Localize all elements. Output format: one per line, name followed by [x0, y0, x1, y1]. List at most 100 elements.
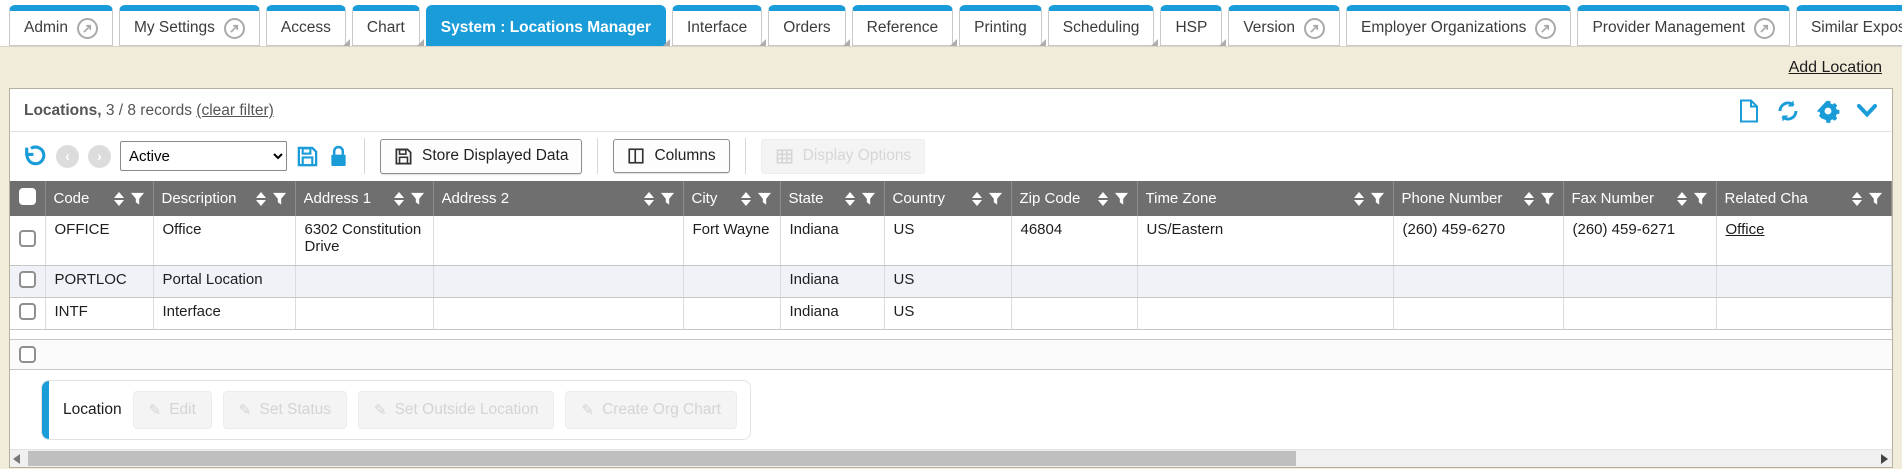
status-filter-select[interactable]: Active	[120, 141, 287, 171]
column-header-related-cha[interactable]: Related Cha	[1716, 181, 1892, 216]
columns-label: Columns	[654, 147, 715, 165]
sort-icon[interactable]	[845, 192, 855, 206]
clear-filter-link[interactable]: (clear filter)	[196, 102, 274, 119]
cell: Interface	[153, 297, 295, 329]
column-label: Phone Number	[1402, 190, 1518, 207]
sort-icon[interactable]	[1852, 192, 1862, 206]
sort-icon[interactable]	[256, 192, 266, 206]
lock-icon[interactable]	[328, 145, 349, 168]
cell: PORTLOC	[45, 265, 153, 297]
toolbar-divider	[364, 138, 365, 174]
column-header-phone-number[interactable]: Phone Number	[1393, 181, 1563, 216]
button-label: Set Outside Location	[395, 401, 539, 419]
tab-provider-management[interactable]: Provider Management	[1577, 5, 1790, 46]
tab-similar-exposure-groups-segs-[interactable]: Similar Exposure Groups (SEGs)	[1796, 5, 1902, 46]
row-checkbox[interactable]	[19, 303, 36, 320]
filter-funnel-icon[interactable]	[1868, 192, 1883, 206]
filter-funnel-icon[interactable]	[1370, 192, 1385, 206]
filter-funnel-icon[interactable]	[1693, 192, 1708, 206]
filter-funnel-icon[interactable]	[861, 192, 876, 206]
tab-admin[interactable]: Admin	[9, 5, 113, 46]
related-chart-link[interactable]: Office	[1726, 221, 1765, 238]
tab-system-locations-manager[interactable]: System : Locations Manager	[426, 5, 666, 46]
row-checkbox[interactable]	[19, 271, 36, 288]
toolbar-divider	[597, 138, 598, 174]
chevron-down-icon[interactable]	[1856, 103, 1878, 119]
tab-my-settings[interactable]: My Settings	[119, 5, 260, 46]
new-document-icon[interactable]	[1738, 99, 1760, 123]
refresh-icon[interactable]	[1776, 99, 1800, 123]
scroll-right-arrow-icon[interactable]	[1881, 454, 1888, 464]
select-all-checkbox[interactable]	[19, 346, 36, 363]
sort-icon[interactable]	[972, 192, 982, 206]
select-all-row	[10, 339, 1892, 370]
sort-icon[interactable]	[1677, 192, 1687, 206]
tab-corner-fold-icon	[950, 39, 957, 46]
sort-icon[interactable]	[114, 192, 124, 206]
cell	[433, 297, 683, 329]
scrollbar-thumb[interactable]	[28, 451, 1296, 466]
column-header-time-zone[interactable]: Time Zone	[1137, 181, 1393, 216]
tab-corner-fold-icon	[663, 39, 670, 46]
tab-interface[interactable]: Interface	[672, 5, 762, 46]
filter-funnel-icon[interactable]	[660, 192, 675, 206]
sort-icon[interactable]	[394, 192, 404, 206]
tab-chart[interactable]: Chart	[352, 5, 420, 46]
column-header-fax-number[interactable]: Fax Number	[1563, 181, 1716, 216]
filter-funnel-icon[interactable]	[1114, 192, 1129, 206]
column-header-address-2[interactable]: Address 2	[433, 181, 683, 216]
row-checkbox[interactable]	[19, 230, 36, 247]
edit-button: ✎Edit	[133, 391, 212, 429]
column-header-state[interactable]: State	[780, 181, 884, 216]
column-label: Code	[54, 190, 108, 207]
columns-button[interactable]: Columns	[613, 139, 729, 173]
save-icon	[394, 147, 413, 166]
cell: Office	[153, 216, 295, 265]
store-displayed-data-button[interactable]: Store Displayed Data	[380, 139, 582, 174]
filter-funnel-icon[interactable]	[757, 192, 772, 206]
filter-funnel-icon[interactable]	[1540, 192, 1555, 206]
gear-icon[interactable]	[1816, 99, 1840, 123]
cell: INTF	[45, 297, 153, 329]
header-checkbox[interactable]	[19, 188, 36, 205]
horizontal-scrollbar[interactable]	[10, 449, 1892, 467]
sort-icon[interactable]	[644, 192, 654, 206]
column-header-code[interactable]: Code	[45, 181, 153, 216]
next-page-button[interactable]: ›	[88, 145, 111, 168]
tab-reference[interactable]: Reference	[852, 5, 954, 46]
sort-icon[interactable]	[1354, 192, 1364, 206]
tab-printing[interactable]: Printing	[959, 5, 1042, 46]
tab-access[interactable]: Access	[266, 5, 346, 46]
sort-icon[interactable]	[1098, 192, 1108, 206]
save-view-icon[interactable]	[296, 145, 319, 168]
tab-orders[interactable]: Orders	[768, 5, 845, 46]
pencil-icon: ✎	[239, 401, 252, 419]
scroll-left-arrow-icon[interactable]	[13, 454, 20, 464]
column-header-address-1[interactable]: Address 1	[295, 181, 433, 216]
filter-funnel-icon[interactable]	[410, 192, 425, 206]
column-header-zip-code[interactable]: Zip Code	[1011, 181, 1137, 216]
column-label: Related Cha	[1725, 190, 1847, 207]
column-header-description[interactable]: Description	[153, 181, 295, 216]
cell: OFFICE	[45, 216, 153, 265]
tab-employer-organizations[interactable]: Employer Organizations	[1346, 5, 1571, 46]
previous-page-button[interactable]: ‹	[56, 145, 79, 168]
filter-funnel-icon[interactable]	[130, 192, 145, 206]
column-header-city[interactable]: City	[683, 181, 780, 216]
add-location-link[interactable]: Add Location	[1789, 59, 1882, 77]
tab-scheduling[interactable]: Scheduling	[1048, 5, 1155, 46]
filter-funnel-icon[interactable]	[272, 192, 287, 206]
tab-version[interactable]: Version	[1228, 5, 1340, 46]
tab-hsp[interactable]: HSP	[1160, 5, 1222, 46]
sort-icon[interactable]	[741, 192, 751, 206]
tab-label: Admin	[24, 19, 68, 37]
undo-icon[interactable]	[22, 144, 47, 169]
table-row: OFFICEOffice6302 Constitution DriveFort …	[10, 216, 1892, 265]
set-outside-location-button: ✎Set Outside Location	[358, 391, 554, 429]
column-header-country[interactable]: Country	[884, 181, 1011, 216]
filter-funnel-icon[interactable]	[988, 192, 1003, 206]
cell: US	[884, 265, 1011, 297]
tab-label: Interface	[687, 19, 747, 37]
tab-label: Scheduling	[1063, 19, 1140, 37]
sort-icon[interactable]	[1524, 192, 1534, 206]
